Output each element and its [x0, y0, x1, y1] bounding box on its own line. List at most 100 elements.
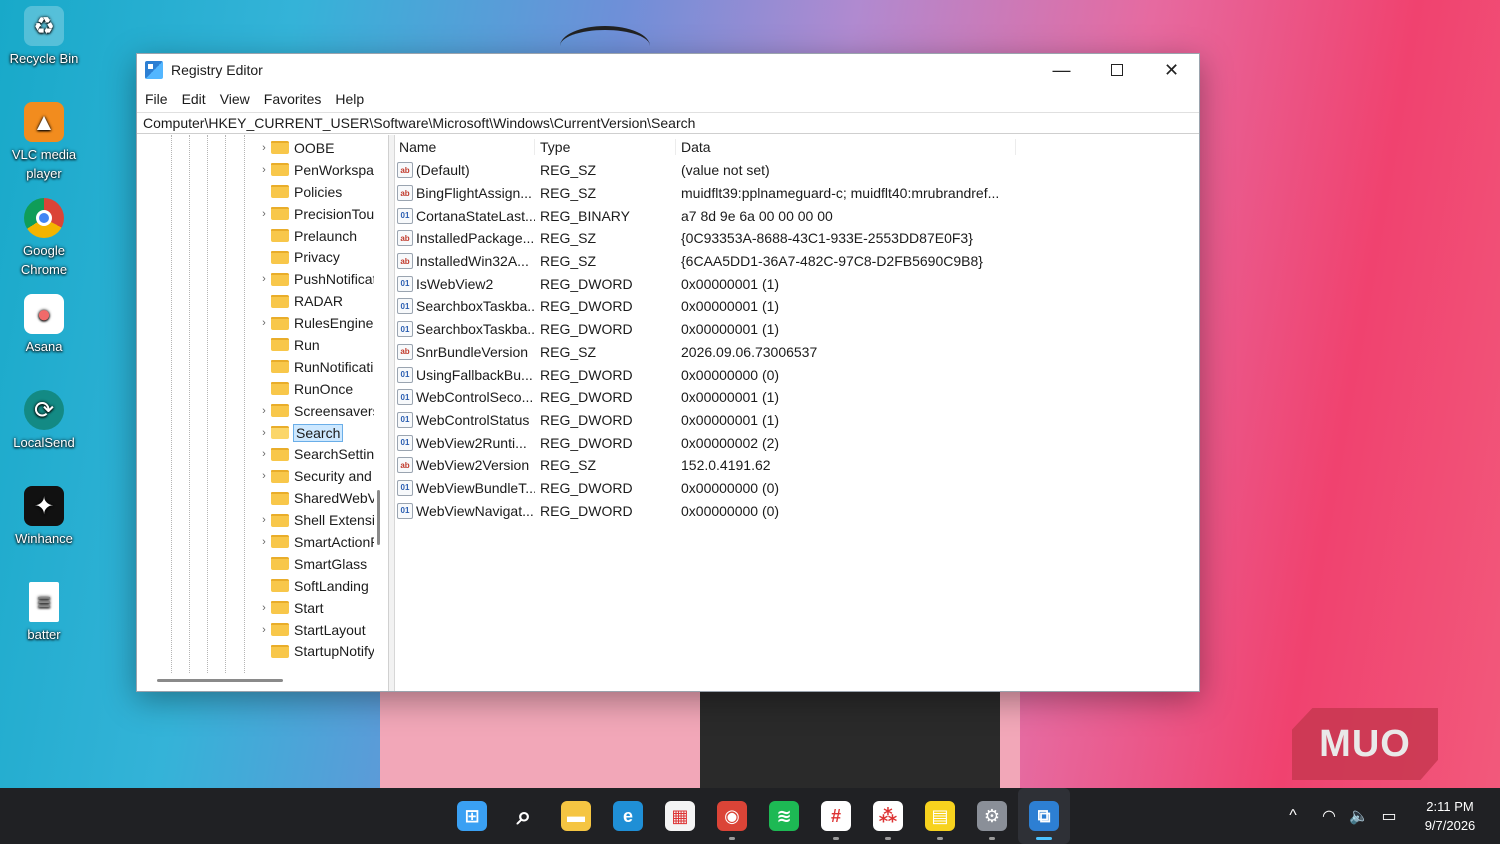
tree-item[interactable]: › RulesEngine — [257, 312, 375, 334]
volume-icon[interactable]: 🔈 — [1344, 806, 1374, 826]
expand-chevron-icon[interactable]: › — [257, 514, 271, 526]
desktop-icon-vlc[interactable]: ▲ VLC media player — [4, 102, 84, 183]
tree-item[interactable]: › SmartActionPlatform — [257, 531, 375, 553]
folder-icon — [271, 404, 289, 418]
taskbar-app-chrome[interactable]: ◉ — [706, 788, 758, 844]
tree-item[interactable]: StartupNotify — [257, 640, 375, 662]
tree-item[interactable]: RunOnce — [257, 378, 375, 400]
expand-chevron-icon[interactable]: › — [257, 164, 271, 176]
expand-chevron-icon[interactable]: › — [257, 427, 271, 439]
value-row[interactable]: 01 WebControlStatus REG_DWORD 0x00000001 (1… — [395, 409, 1199, 432]
menu-favorites[interactable]: Favorites — [264, 91, 331, 107]
desktop-icon-batter[interactable]: ≡ batter — [4, 582, 84, 644]
taskbar-app-asana[interactable]: ⁂ — [862, 788, 914, 844]
tree-item[interactable]: Privacy — [257, 246, 375, 268]
desktop-icon-asana[interactable]: ● Asana — [4, 294, 84, 356]
expand-chevron-icon[interactable]: › — [257, 448, 271, 460]
value-row[interactable]: 01 SearchboxTaskba... REG_DWORD 0x00000001 … — [395, 318, 1199, 341]
battery-icon[interactable]: ▭ — [1374, 806, 1404, 826]
desktop-icon-winhance[interactable]: ✦ Winhance — [4, 486, 84, 548]
expand-chevron-icon[interactable]: › — [257, 208, 271, 220]
expand-chevron-icon[interactable]: › — [257, 405, 271, 417]
folder-icon — [271, 250, 289, 264]
tree-item[interactable]: Prelaunch — [257, 225, 375, 247]
tree-item[interactable]: › PushNotifications — [257, 268, 375, 290]
address-bar[interactable]: Computer\HKEY_CURRENT_USER\Software\Micr… — [137, 112, 1199, 134]
expand-chevron-icon[interactable]: › — [257, 470, 271, 482]
value-row[interactable]: 01 IsWebView2 REG_DWORD 0x00000001 (1) — [395, 272, 1199, 295]
tree-item[interactable]: SoftLanding — [257, 575, 375, 597]
menu-view[interactable]: View — [220, 91, 259, 107]
tree-item[interactable]: › Shell Extensions — [257, 509, 375, 531]
column-header-type[interactable]: Type — [535, 139, 676, 155]
minimize-button[interactable]: — — [1034, 54, 1089, 86]
desktop-icon-chrome[interactable]: Google Chrome — [4, 198, 84, 279]
tree-vertical-scrollbar[interactable] — [377, 490, 380, 545]
expand-chevron-icon[interactable]: › — [257, 536, 271, 548]
tree-item[interactable]: › SearchSettings — [257, 443, 375, 465]
tree-item[interactable]: › Security and Maintenance — [257, 465, 375, 487]
taskbar-app-registry-editor[interactable]: ⧉ — [1018, 788, 1070, 844]
value-row[interactable]: 01 UsingFallbackBu... REG_DWORD 0x00000000 … — [395, 363, 1199, 386]
desktop-icon-recycle-bin[interactable]: ♻ Recycle Bin — [4, 6, 84, 68]
title-bar[interactable]: Registry Editor — ✕ — [137, 54, 1199, 86]
value-row[interactable]: ab BingFlightAssign... REG_SZ muidflt39:ppl… — [395, 182, 1199, 205]
menu-help[interactable]: Help — [335, 91, 373, 107]
column-header-name[interactable]: Name — [395, 139, 535, 155]
tree-item[interactable]: Run — [257, 334, 375, 356]
value-row[interactable]: ab SnrBundleVersion REG_SZ 2026.09.06.73006… — [395, 341, 1199, 364]
tree-item[interactable]: › Screensavers — [257, 400, 375, 422]
value-row[interactable]: ab InstalledPackage... REG_SZ {0C93353A-868… — [395, 227, 1199, 250]
value-row[interactable]: 01 WebViewNavigat... REG_DWORD 0x00000000 (… — [395, 499, 1199, 522]
tree-item[interactable]: SharedWebView — [257, 487, 375, 509]
maximize-button[interactable] — [1089, 54, 1144, 86]
taskbar-app-edge[interactable]: e — [602, 788, 654, 844]
tree-item[interactable]: RunNotification — [257, 356, 375, 378]
tree-item[interactable]: SmartGlass — [257, 553, 375, 575]
desktop-icon-localsend[interactable]: ⟳ LocalSend — [4, 390, 84, 452]
taskbar-app-spotify[interactable]: ≋ — [758, 788, 810, 844]
tree-item[interactable]: › OOBE — [257, 137, 375, 159]
expand-chevron-icon[interactable]: › — [257, 602, 271, 614]
taskbar-app-microsoft-store[interactable]: ▦ — [654, 788, 706, 844]
running-indicator — [1036, 837, 1052, 840]
expand-chevron-icon[interactable]: › — [257, 142, 271, 154]
value-row[interactable]: 01 SearchboxTaskba... REG_DWORD 0x00000001 … — [395, 295, 1199, 318]
tree-item[interactable]: › StartLayout — [257, 619, 375, 641]
taskbar-app-settings[interactable]: ⚙ — [966, 788, 1018, 844]
value-row[interactable]: 01 WebView2Runti... REG_DWORD 0x00000002 (2… — [395, 431, 1199, 454]
key-tree[interactable]: › OOBE › PenWorkspace Policies › PrecisionTouc… — [137, 135, 389, 691]
menu-file[interactable]: File — [145, 91, 177, 107]
tree-horizontal-scrollbar[interactable] — [157, 679, 283, 682]
tree-item[interactable]: › PenWorkspace — [257, 159, 375, 181]
expand-chevron-icon[interactable]: › — [257, 624, 271, 636]
close-button[interactable]: ✕ — [1144, 54, 1199, 86]
folder-icon — [271, 557, 289, 571]
value-row[interactable]: 01 WebControlSeco... REG_DWORD 0x00000001 (… — [395, 386, 1199, 409]
expand-chevron-icon[interactable]: › — [257, 317, 271, 329]
taskbar-clock[interactable]: 2:11 PM 9/7/2026 — [1410, 797, 1490, 835]
tree-item[interactable]: › PrecisionTouchPad — [257, 203, 375, 225]
tree-guide-line — [225, 135, 226, 673]
column-header-data[interactable]: Data — [676, 139, 1016, 155]
tree-item[interactable]: › Start — [257, 597, 375, 619]
expand-chevron-icon[interactable]: › — [257, 273, 271, 285]
system-tray: ^ ◠ 🔈 ▭ — [1278, 788, 1404, 844]
value-row[interactable]: 01 CortanaStateLast... REG_BINARY a7 8d 9e … — [395, 204, 1199, 227]
value-row[interactable]: ab InstalledWin32A... REG_SZ {6CAA5DD1-36A7… — [395, 250, 1199, 273]
show-hidden-icons-chevron-icon[interactable]: ^ — [1278, 807, 1308, 825]
taskbar-app-windows-start[interactable]: ⊞ — [446, 788, 498, 844]
tree-item[interactable]: › Search — [257, 422, 375, 444]
value-row[interactable]: ab (Default) REG_SZ (value not set) — [395, 159, 1199, 182]
taskbar-app-search[interactable]: ⌕ — [498, 788, 550, 844]
menu-edit[interactable]: Edit — [182, 91, 215, 107]
tree-item[interactable]: RADAR — [257, 290, 375, 312]
taskbar-app-slack[interactable]: # — [810, 788, 862, 844]
tree-item[interactable]: Policies — [257, 181, 375, 203]
taskbar-app-sticky-notes[interactable]: ▤ — [914, 788, 966, 844]
value-row[interactable]: 01 WebViewBundleT... REG_DWORD 0x00000000 (… — [395, 477, 1199, 500]
tree-item-label: Search — [292, 423, 344, 442]
wifi-icon[interactable]: ◠ — [1314, 806, 1344, 826]
value-row[interactable]: ab WebView2Version REG_SZ 152.0.4191.62 — [395, 454, 1199, 477]
taskbar-app-file-explorer[interactable]: ▬ — [550, 788, 602, 844]
